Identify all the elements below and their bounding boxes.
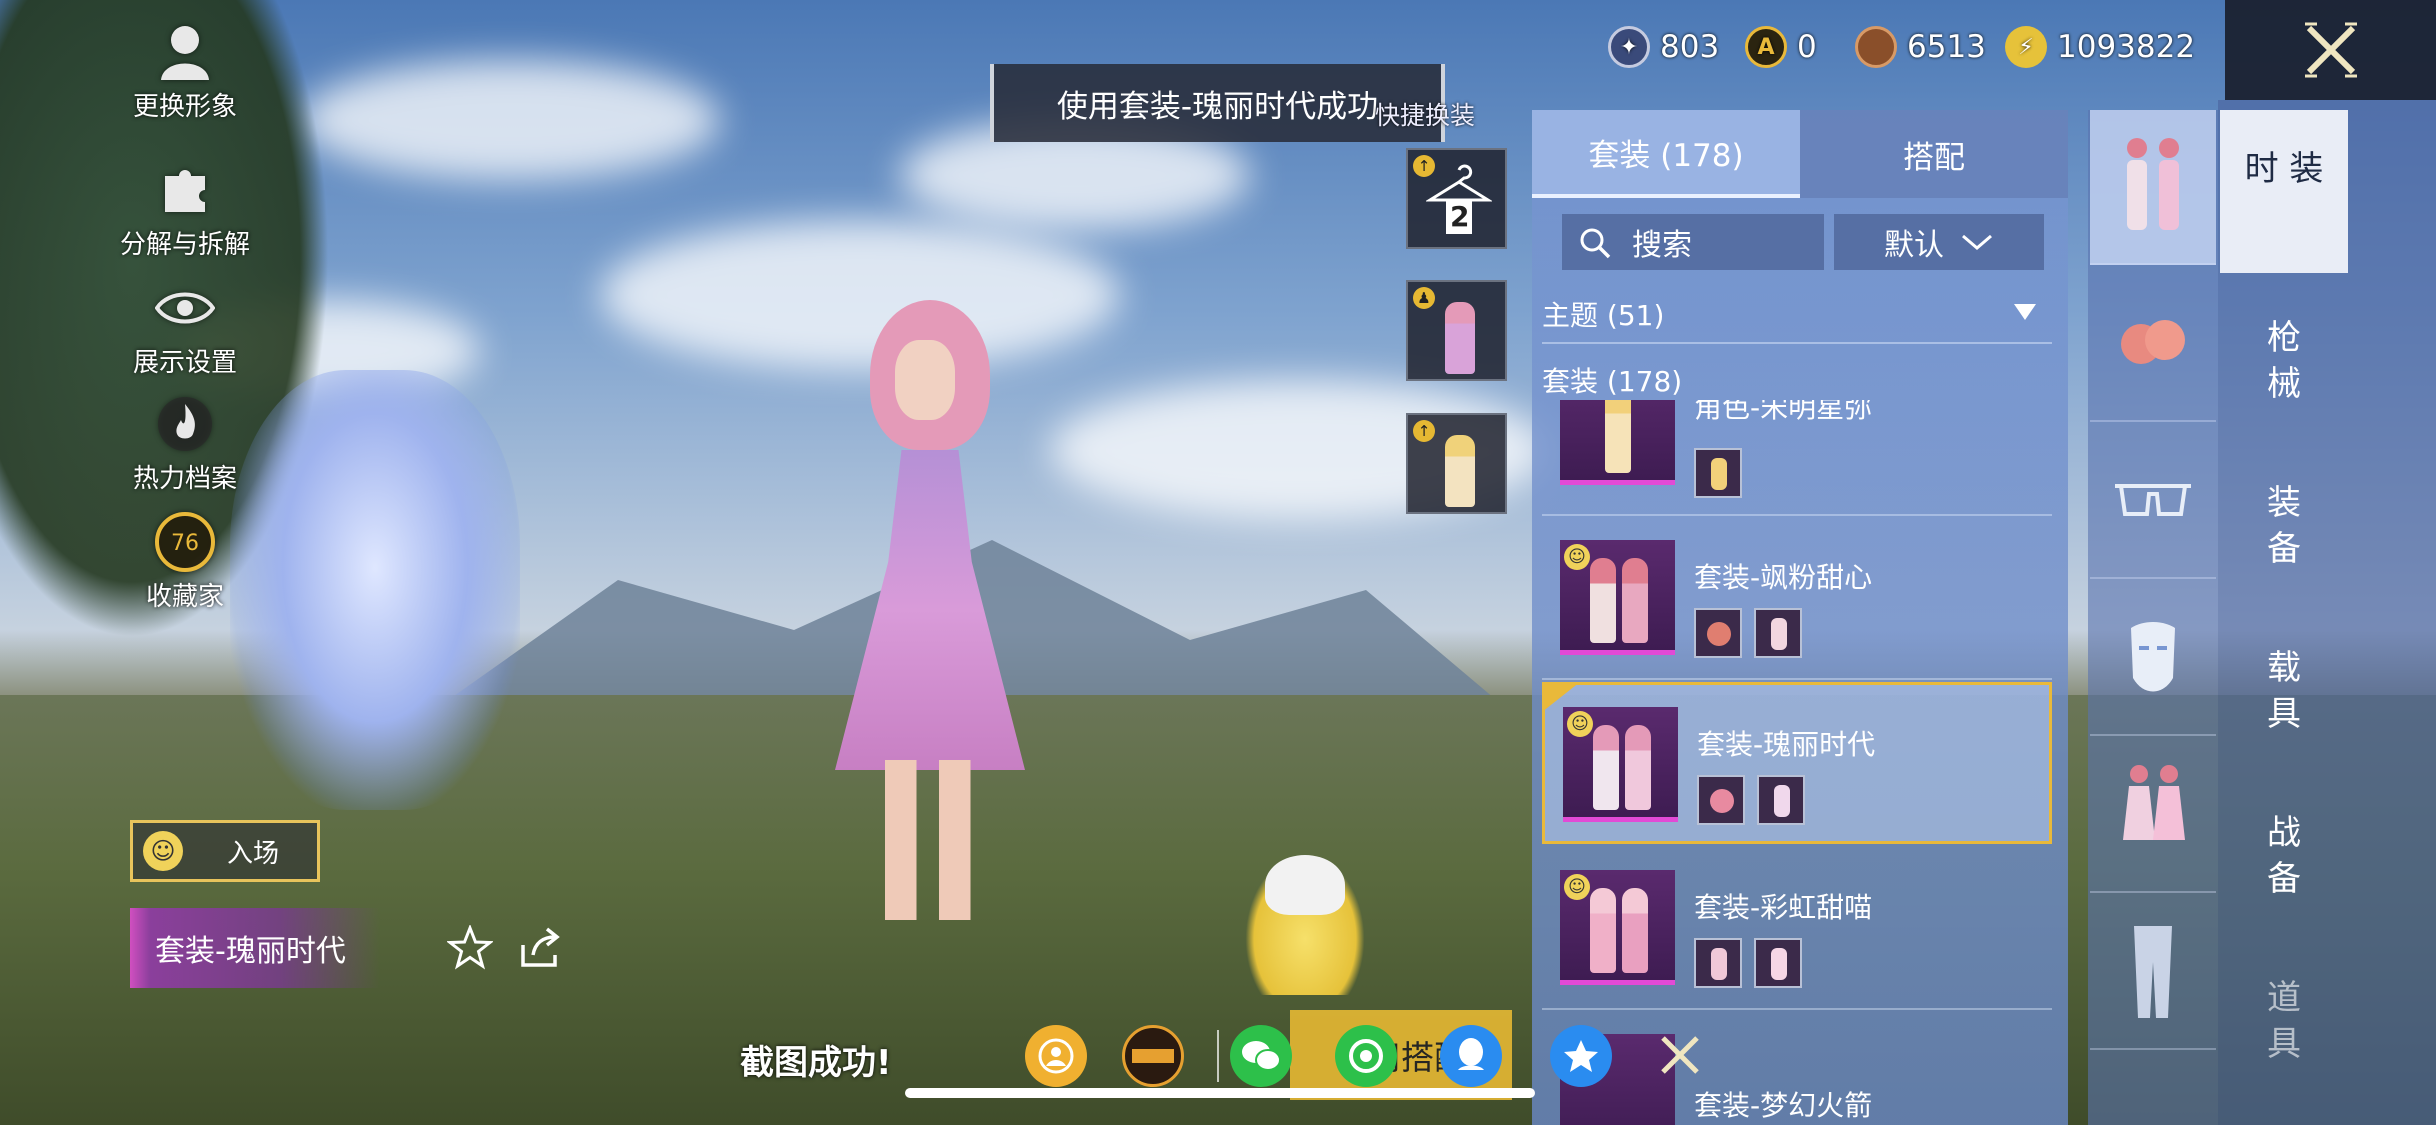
outfit-panel: 套装 (178) 搭配 搜索 默认 主题 (51) 套装 (178) 角色-宋明… — [1532, 110, 2068, 1125]
wechat-icon[interactable] — [1230, 1025, 1292, 1087]
entrance-label: 入场 — [227, 838, 280, 869]
item-part-thumb — [1694, 448, 1742, 498]
nav-weapons[interactable]: 枪 械 — [2220, 315, 2348, 407]
nav-vehicles[interactable]: 载 具 — [2220, 645, 2348, 737]
glasses-icon — [2115, 483, 2191, 516]
person-badge-icon: ♟ — [1413, 287, 1435, 309]
item-part-thumb — [1697, 775, 1745, 825]
entrance-animation-button[interactable]: ☺ 入场 — [130, 820, 320, 882]
smiley-icon: ☺ — [1567, 711, 1593, 737]
flame-icon — [153, 392, 217, 456]
close-icon — [2304, 22, 2357, 78]
list-item[interactable]: 套装-梦幻火箭 — [1542, 1012, 2052, 1125]
pants-icon — [2134, 925, 2172, 1018]
list-item[interactable]: ☺ 套装-飒粉甜心 — [1542, 518, 2052, 680]
decompose-button[interactable]: 分解与拆解 — [110, 158, 260, 260]
triangle-down-icon[interactable] — [2012, 302, 2038, 322]
outfit-thumbnail: ☺ — [1560, 540, 1675, 655]
search-icon — [1580, 228, 1611, 259]
category-icon-column — [2088, 110, 2218, 1125]
nav-items[interactable]: 道 具 — [2220, 975, 2348, 1067]
quick-slot-count: 2 — [1450, 200, 1470, 233]
token-icon: ✦ — [1608, 26, 1650, 68]
category-mask[interactable] — [2090, 581, 2216, 736]
svg-text:76: 76 — [171, 531, 199, 556]
nav-equipment[interactable]: 战 备 — [2220, 810, 2348, 902]
screenshot-success-label: 截图成功! — [740, 1043, 892, 1083]
outfit-section-title: 套装 (178) — [1542, 365, 1683, 398]
outfit-list: 角色-宋明星弥 ☺ 套装-飒粉甜心 ☺ 套装-瑰丽时代 ☺ 套装-彩虹甜喵 套装… — [1532, 400, 2068, 1125]
item-part-thumb — [1754, 608, 1802, 658]
chevron-down-icon — [1962, 234, 1992, 250]
display-settings-button[interactable]: 展示设置 — [110, 276, 260, 378]
home-indicator[interactable] — [905, 1088, 1535, 1098]
outfit-pair-icon — [2127, 137, 2179, 230]
current-outfit-name: 套装-瑰丽时代 — [130, 908, 380, 988]
search-input[interactable]: 搜索 — [1562, 214, 1824, 270]
qzone-star-icon[interactable] — [1550, 1025, 1612, 1087]
category-full-outfit[interactable] — [2090, 110, 2216, 265]
close-share-icon[interactable] — [1655, 1030, 1705, 1080]
outfit-thumbnail: ☺ — [1560, 870, 1675, 985]
hair-icon — [2121, 319, 2185, 364]
category-hair[interactable] — [2090, 267, 2216, 422]
collector-button[interactable]: 76 收藏家 — [110, 510, 260, 612]
item-part-thumb — [1694, 608, 1742, 658]
wechat-moments-icon[interactable] — [1335, 1025, 1397, 1087]
item-part-thumb — [1757, 775, 1805, 825]
person-icon — [153, 20, 217, 84]
currency-bp: ⚡ 1093822 — [2005, 22, 2195, 72]
chick-pet — [1245, 855, 1365, 995]
upgrade-arrow-icon: ↑ — [1413, 420, 1435, 442]
unicorn-mount — [230, 370, 520, 810]
gold-a-icon: A — [1745, 26, 1787, 68]
outfit-thumbnail: ☺ — [1563, 707, 1678, 822]
collector-badge-icon: 76 — [153, 510, 217, 574]
item-part-thumb — [1694, 938, 1742, 988]
change-look-button[interactable]: 更换形象 — [110, 20, 260, 122]
share-export-icon[interactable] — [510, 918, 570, 978]
favorite-star-icon[interactable] — [440, 918, 500, 978]
currency-bronze: 6513 — [1855, 22, 1986, 72]
currency-gold-badge: A 0 — [1745, 22, 1817, 72]
puzzle-icon — [153, 158, 217, 222]
panel-tabs: 套装 (178) 搭配 — [1532, 110, 2068, 198]
share-peace-elite-icon[interactable] — [1122, 1025, 1184, 1087]
dress-icon — [2123, 764, 2185, 840]
tab-combos[interactable]: 搭配 — [1800, 110, 2068, 198]
category-glasses[interactable] — [2090, 424, 2216, 579]
list-item-selected[interactable]: ☺ 套装-瑰丽时代 — [1542, 682, 2052, 844]
tab-outfits[interactable]: 套装 (178) — [1532, 110, 1800, 198]
item-part-thumb — [1754, 938, 1802, 988]
qq-icon[interactable] — [1440, 1025, 1502, 1087]
category-clothes[interactable] — [2090, 738, 2216, 893]
side-nav: 时 装 枪 械 装 备 载 具 战 备 道 具 — [2218, 100, 2436, 1125]
theme-section-title[interactable]: 主题 (51) — [1542, 294, 1664, 334]
share-game-friend-icon[interactable] — [1025, 1025, 1087, 1087]
smiley-icon: ☺ — [143, 831, 183, 871]
mask-icon — [2131, 621, 2175, 691]
lightning-coin-icon: ⚡ — [2005, 26, 2047, 68]
eye-icon — [153, 276, 217, 340]
currency-tokens: ✦ 803 — [1608, 22, 1719, 72]
category-pants[interactable] — [2090, 895, 2216, 1050]
player-character[interactable] — [810, 300, 1040, 920]
nav-gear[interactable]: 装 备 — [2220, 480, 2348, 572]
quick-change-hanger-slot[interactable]: ↑ 2 — [1406, 148, 1507, 249]
smiley-icon: ☺ — [1564, 874, 1590, 900]
list-item[interactable]: 角色-宋明星弥 — [1542, 400, 2052, 516]
quick-change-label: 快捷换装 — [1375, 101, 1476, 130]
bronze-coin-icon — [1855, 26, 1897, 68]
smiley-icon: ☺ — [1564, 544, 1590, 570]
outfit-thumbnail — [1560, 400, 1675, 485]
list-item[interactable]: ☺ 套装-彩虹甜喵 — [1542, 848, 2052, 1010]
quick-change-slot-2[interactable]: ♟ — [1406, 280, 1507, 381]
close-wardrobe-button[interactable] — [2225, 0, 2436, 100]
nav-fashion[interactable]: 时 装 — [2220, 110, 2348, 273]
sort-dropdown[interactable]: 默认 — [1834, 214, 2044, 270]
heat-profile-button[interactable]: 热力档案 — [110, 392, 260, 494]
quick-change-slot-3[interactable]: ↑ — [1406, 413, 1507, 514]
